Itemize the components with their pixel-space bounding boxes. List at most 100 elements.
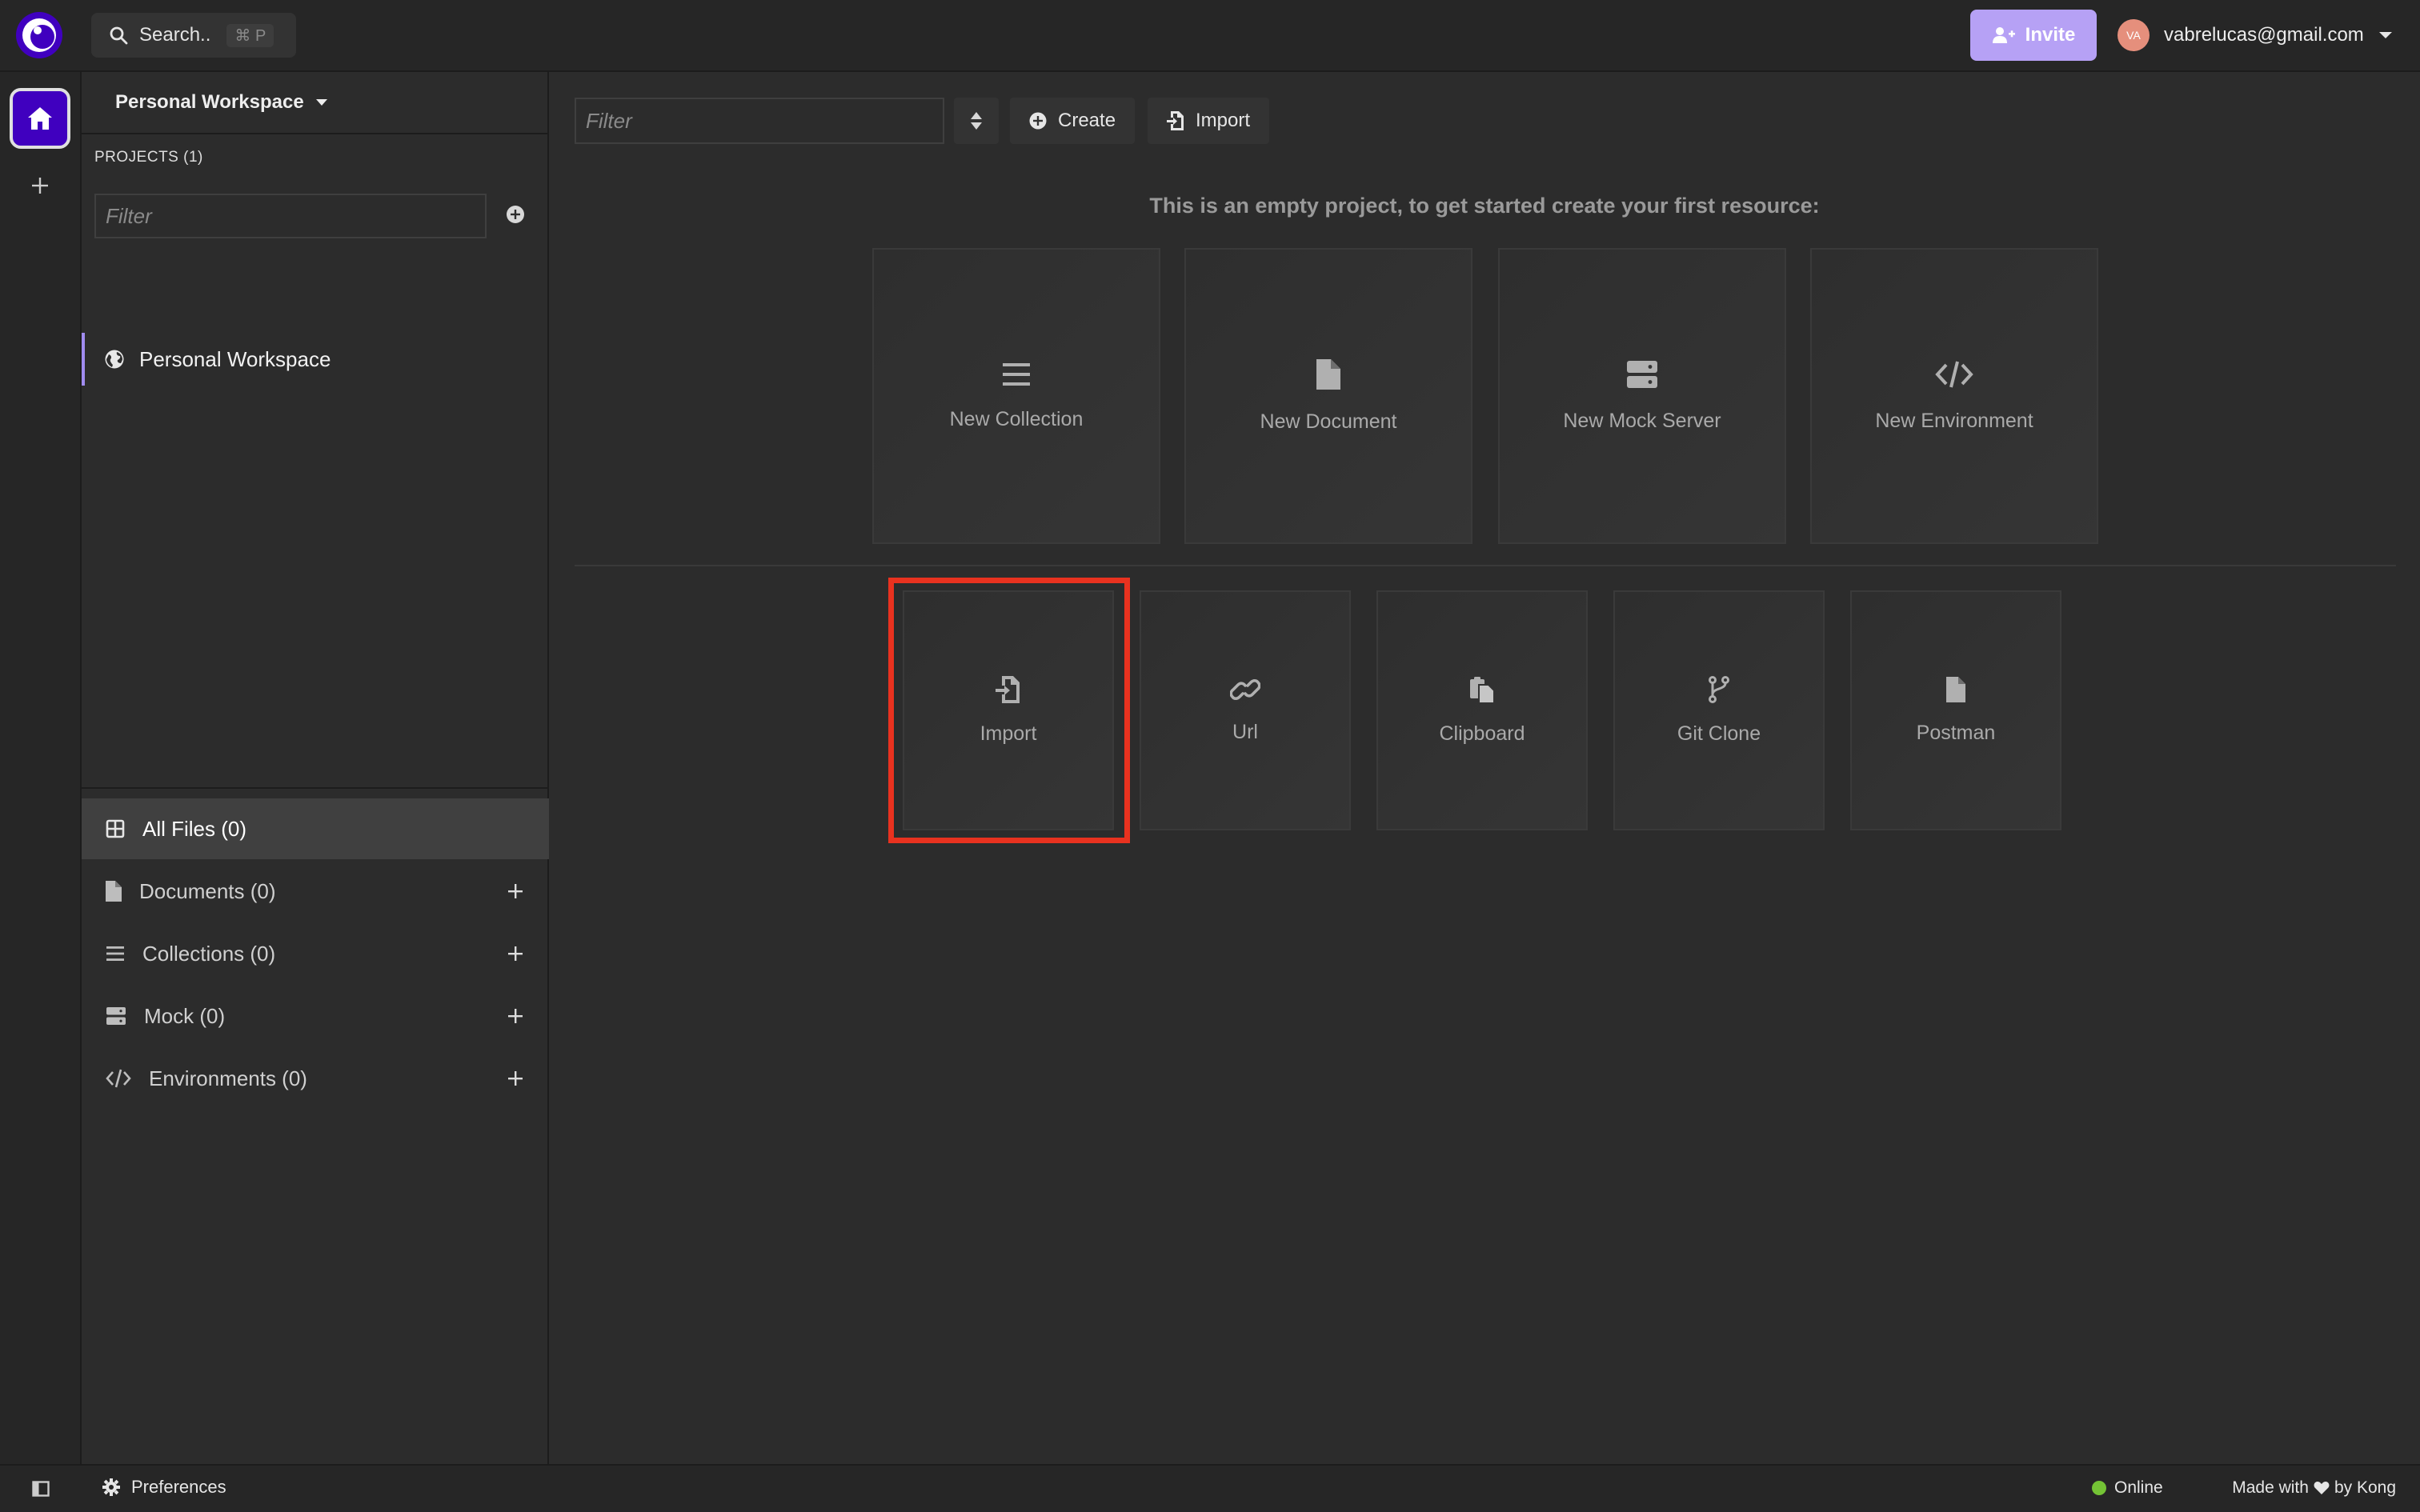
project-filter-input[interactable] xyxy=(94,194,487,238)
file-import-icon xyxy=(1167,111,1184,130)
card-label: Url xyxy=(1232,720,1258,743)
connection-status: Online xyxy=(2092,1478,2163,1498)
left-rail xyxy=(0,72,82,1464)
preferences-button[interactable]: Preferences xyxy=(102,1477,226,1498)
invite-label: Invite xyxy=(2025,24,2076,46)
new-document-card[interactable]: New Document xyxy=(1184,248,1472,544)
logo-ring xyxy=(22,18,56,52)
files-section xyxy=(82,787,549,789)
made-with-kong[interactable]: Made with by Kong xyxy=(2232,1478,2396,1498)
sort-button[interactable] xyxy=(954,98,999,144)
home-icon xyxy=(28,107,52,130)
app-logo[interactable] xyxy=(16,12,62,58)
link-icon xyxy=(1230,678,1260,700)
import-url-card[interactable]: Url xyxy=(1140,590,1351,830)
import-postman-card[interactable]: Postman xyxy=(1850,590,2061,830)
search-shortcut: ⌘ P xyxy=(226,23,274,47)
preferences-label: Preferences xyxy=(131,1477,226,1497)
plus-icon xyxy=(508,884,523,898)
search-button[interactable]: Search.. ⌘ P xyxy=(91,13,296,58)
create-button[interactable]: Create xyxy=(1010,98,1136,144)
caret-down-icon xyxy=(315,99,327,106)
clipboard-icon xyxy=(1470,676,1495,703)
main-panel: Create Import This is an empty project, … xyxy=(549,72,2420,1464)
resource-filter-input[interactable] xyxy=(575,98,944,144)
heart-icon xyxy=(2314,1482,2330,1494)
list-icon xyxy=(1003,362,1030,386)
empty-project-message: This is an empty project, to get started… xyxy=(1149,194,1820,218)
invite-button[interactable]: Invite xyxy=(1970,10,2097,61)
import-button[interactable]: Import xyxy=(1148,98,1270,144)
sort-icon xyxy=(971,112,982,130)
gear-icon xyxy=(102,1478,120,1496)
git-branch-icon xyxy=(1709,675,1729,703)
import-label: Import xyxy=(1196,110,1251,131)
search-icon xyxy=(110,26,128,45)
import-git-clone-card[interactable]: Git Clone xyxy=(1613,590,1825,830)
add-mock-button[interactable] xyxy=(503,1003,528,1029)
add-organization-button[interactable] xyxy=(24,170,56,202)
new-mock-server-card[interactable]: New Mock Server xyxy=(1498,248,1786,544)
home-button[interactable] xyxy=(10,88,70,149)
made-with-prefix: Made with xyxy=(2232,1478,2309,1497)
workspace-dropdown[interactable]: Personal Workspace xyxy=(82,72,549,134)
sidebar-item-documents[interactable]: Documents (0) xyxy=(82,861,549,922)
add-environment-button[interactable] xyxy=(503,1066,528,1091)
sidebar-item-label: Environments (0) xyxy=(149,1066,307,1090)
code-icon xyxy=(106,1069,131,1088)
project-item-label: Personal Workspace xyxy=(139,346,331,371)
sidebar-item-label: Documents (0) xyxy=(139,878,276,903)
new-collection-card[interactable]: New Collection xyxy=(872,248,1160,544)
card-label: Clipboard xyxy=(1439,722,1525,745)
workspace-title: Personal Workspace xyxy=(115,91,304,113)
globe-icon xyxy=(105,350,124,369)
avatar: VA xyxy=(2118,19,2150,51)
plus-circle-icon xyxy=(1029,112,1047,130)
plus-icon xyxy=(508,1009,523,1023)
sidebar-item-label: Collections (0) xyxy=(142,941,276,966)
plus-circle-icon xyxy=(507,206,524,223)
card-label: New Collection xyxy=(949,407,1084,430)
sidebar-item-label: All Files (0) xyxy=(142,816,247,841)
sidebar-item-mock[interactable]: Mock (0) xyxy=(82,986,549,1046)
top-bar: Search.. ⌘ P Invite VA vabrelucas@gmail.… xyxy=(0,0,2420,72)
plus-icon xyxy=(32,178,48,194)
add-document-button[interactable] xyxy=(503,878,528,904)
document-icon xyxy=(106,881,122,902)
projects-label: PROJECTS (1) xyxy=(94,149,203,166)
card-label: Git Clone xyxy=(1677,722,1761,745)
search-label: Search.. xyxy=(139,24,211,46)
add-collection-button[interactable] xyxy=(503,941,528,966)
card-label: New Mock Server xyxy=(1563,409,1721,432)
user-plus-icon xyxy=(1992,27,2015,43)
caret-down-icon xyxy=(2378,32,2392,38)
logo-dot xyxy=(34,26,42,34)
card-label: New Environment xyxy=(1875,409,2033,432)
code-icon xyxy=(1935,361,1973,387)
add-project-button[interactable] xyxy=(504,203,527,226)
list-icon xyxy=(106,946,124,961)
document-icon xyxy=(1316,358,1340,390)
section-divider xyxy=(575,565,2396,566)
plus-icon xyxy=(508,1071,523,1086)
plus-icon xyxy=(508,946,523,961)
server-icon xyxy=(1627,360,1657,388)
status-label: Online xyxy=(2114,1478,2163,1497)
status-bar: Preferences Online Made with by Kong xyxy=(0,1464,2420,1512)
sidebar-item-collections[interactable]: Collections (0) xyxy=(82,923,549,984)
account-email: vabrelucas@gmail.com xyxy=(2164,24,2364,46)
sidebar: Personal Workspace PROJECTS (1) Personal… xyxy=(82,72,549,1464)
import-clipboard-card[interactable]: Clipboard xyxy=(1376,590,1588,830)
file-icon xyxy=(1946,676,1965,702)
project-item-personal-workspace[interactable]: Personal Workspace xyxy=(82,333,549,386)
account-menu[interactable]: VA vabrelucas@gmail.com xyxy=(2118,16,2393,54)
sidebar-item-all-files[interactable]: All Files (0) xyxy=(82,798,549,859)
new-environment-card[interactable]: New Environment xyxy=(1810,248,2098,544)
status-dot xyxy=(2092,1481,2106,1495)
server-icon xyxy=(106,1007,126,1025)
sidebar-item-environments[interactable]: Environments (0) xyxy=(82,1048,549,1109)
made-with-suffix: by Kong xyxy=(2334,1478,2396,1497)
create-label: Create xyxy=(1058,110,1116,131)
grid-icon xyxy=(106,819,125,838)
collapse-sidebar-button[interactable] xyxy=(32,1480,50,1498)
